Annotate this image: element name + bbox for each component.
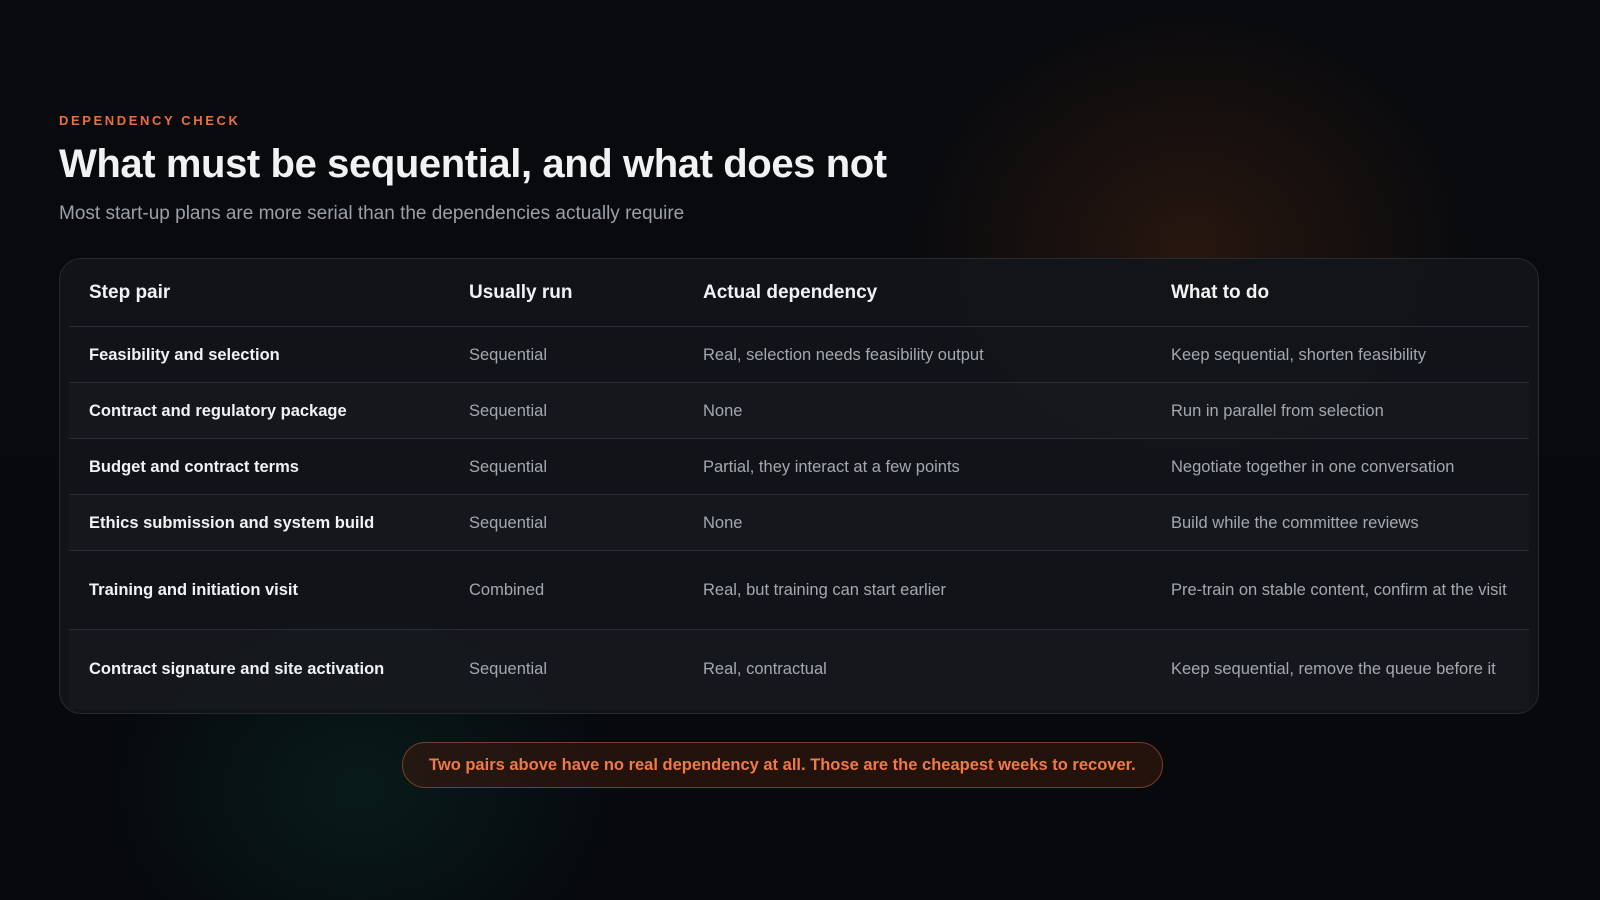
actual-dependency-cell: Real, contractual: [703, 660, 827, 679]
column-header-usually-run: Usually run: [449, 259, 683, 327]
table-row: Budget and contract terms Sequential Par…: [69, 438, 1529, 495]
column-header-actual-dependency: Actual dependency: [683, 259, 1151, 327]
usually-run-cell: Combined: [449, 550, 683, 630]
step-pair-cell: Training and initiation visit: [69, 550, 449, 630]
actual-dependency-cell: None: [683, 382, 1151, 439]
page-subtitle: Most start-up plans are more serial than…: [59, 203, 685, 224]
table-row: Contract and regulatory package Sequenti…: [69, 382, 1529, 439]
table-row: Contract signature and site activation S…: [69, 630, 1529, 709]
actual-dependency-cell: None: [683, 494, 1151, 551]
table-row: Ethics submission and system build Seque…: [69, 494, 1529, 551]
usually-run-cell: Sequential: [449, 494, 683, 551]
table-row: Feasibility and selection Sequential Rea…: [69, 326, 1529, 383]
usually-run-cell: Sequential: [449, 326, 683, 383]
step-pair-cell: Budget and contract terms: [69, 438, 449, 495]
column-header-what-to-do: What to do: [1151, 259, 1529, 327]
what-to-do-cell: Build while the committee reviews: [1151, 494, 1529, 551]
usually-run-cell: Sequential: [469, 660, 547, 679]
step-pair-cell: Contract and regulatory package: [69, 382, 449, 439]
what-to-do-cell: Keep sequential, remove the queue before…: [1171, 660, 1496, 679]
actual-dependency-cell: Partial, they interact at a few points: [683, 438, 1151, 495]
actual-dependency-cell: Real, selection needs feasibility output: [683, 326, 1151, 383]
usually-run-cell: Sequential: [449, 438, 683, 495]
table-row: Training and initiation visit Combined R…: [69, 550, 1529, 630]
what-to-do-cell: Pre-train on stable content, confirm at …: [1151, 550, 1529, 630]
usually-run-cell: Sequential: [449, 382, 683, 439]
step-pair-cell: Contract signature and site activation: [89, 660, 385, 679]
step-pair-cell: Feasibility and selection: [69, 326, 449, 383]
dependency-table: Step pair Usually run Actual dependency …: [69, 259, 1529, 709]
step-pair-cell: Ethics submission and system build: [69, 494, 449, 551]
actual-dependency-cell: Real, but training can start earlier: [683, 550, 1151, 630]
what-to-do-cell: Negotiate together in one conversation: [1151, 438, 1529, 495]
column-header-step-pair: Step pair: [69, 259, 449, 327]
what-to-do-cell: Keep sequential, shorten feasibility: [1151, 326, 1529, 383]
callout-note: Two pairs above have no real dependency …: [402, 742, 1163, 788]
dependency-table-card: Step pair Usually run Actual dependency …: [59, 258, 1539, 714]
what-to-do-cell: Run in parallel from selection: [1151, 382, 1529, 439]
eyebrow-label: DEPENDENCY CHECK: [59, 113, 241, 128]
table-header-row: Step pair Usually run Actual dependency …: [69, 259, 1529, 327]
page-title: What must be sequential, and what does n…: [59, 142, 887, 186]
